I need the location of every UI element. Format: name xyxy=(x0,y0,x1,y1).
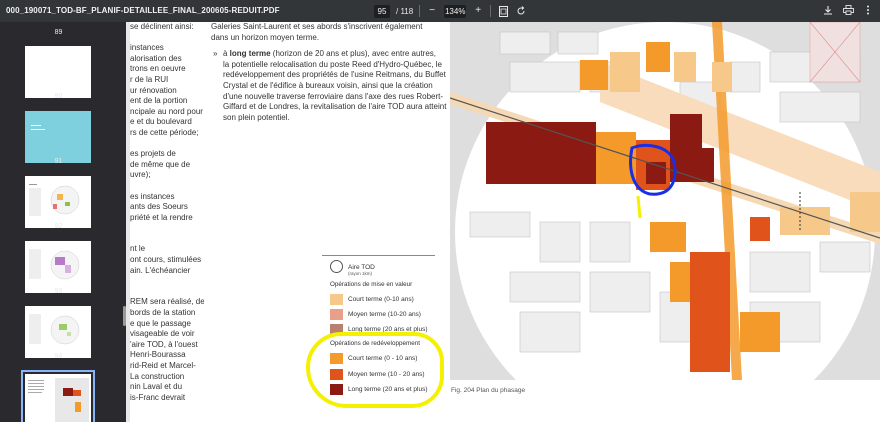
thumbnail-page-95-selected[interactable] xyxy=(21,370,95,422)
zoom-in-button[interactable]: + xyxy=(472,5,484,17)
left-column-line xyxy=(130,139,204,150)
left-column-line xyxy=(130,33,204,44)
intro-line: Galeries Saint-Laurent et ses abords s'i… xyxy=(211,22,423,31)
more-options-icon[interactable] xyxy=(862,4,874,16)
page-number-input[interactable]: 95 xyxy=(374,4,390,18)
page-navigation: 95 / 118 − 134% + xyxy=(374,3,527,19)
thumbnail-page-91[interactable] xyxy=(25,111,91,163)
pdf-page: se déclinent ainsi: instances alorisation … xyxy=(126,22,880,422)
left-column-line: r de la RUI xyxy=(130,74,169,84)
left-column-line xyxy=(130,223,204,234)
legend-aire-sublabel: (rayon 1km) xyxy=(348,271,373,276)
legend-swatch xyxy=(330,309,343,320)
left-column-line: nin Laval et du xyxy=(130,382,183,392)
left-column-line: bords de la station xyxy=(130,308,196,318)
thumbnail-page-93[interactable] xyxy=(25,241,91,293)
bullet-line: Crystal et de l'édifice à bureaux voisin… xyxy=(223,80,433,90)
thumbnail-page-90[interactable] xyxy=(25,46,91,98)
legend-aire-label: Aire TOD xyxy=(348,264,375,271)
legend-rule xyxy=(322,255,435,256)
left-column-line: alorisation des xyxy=(130,53,182,63)
download-icon[interactable] xyxy=(822,4,834,16)
left-column-line: es projets de xyxy=(130,149,176,159)
left-column-line: ent de la portion xyxy=(130,96,188,106)
rotate-icon[interactable] xyxy=(515,5,527,17)
thumbnail-page-number: 89 xyxy=(54,29,63,36)
legend-label: Court terme (0-10 ans) xyxy=(348,296,414,303)
page-total: / 118 xyxy=(396,6,414,16)
tod-area-symbol xyxy=(330,260,343,273)
left-column-line xyxy=(130,276,204,287)
left-column-line: 'aire TOD, à l'ouest xyxy=(130,339,198,349)
left-column-line: ont cours, stimulées xyxy=(130,255,202,265)
left-column-line xyxy=(130,287,204,298)
left-column-line: visageable de voir xyxy=(130,329,195,339)
column-edge xyxy=(126,22,130,422)
bullet-line: Giffard et de Londres, la revitalisation… xyxy=(223,102,447,112)
left-column-line: uvre); xyxy=(130,170,151,180)
bullet-paragraph: » à long terme (horizon de 20 ans et plu… xyxy=(211,49,447,123)
left-column-line: priété et la rendre xyxy=(130,212,193,222)
left-column-line: ur rénovation xyxy=(130,85,177,95)
toolbar-divider xyxy=(490,5,492,17)
bullet-line: son plein potentiel. xyxy=(223,112,290,122)
left-column-line: La construction xyxy=(130,371,185,381)
bullet-marker: » xyxy=(213,49,218,59)
left-column-line: is-Franc devrait xyxy=(130,392,186,402)
left-column-line: ain. L'échéancier xyxy=(130,265,191,275)
left-column-line: e et du boulevard xyxy=(130,117,192,127)
thumbnail-page-94[interactable] xyxy=(25,306,91,358)
legend-swatch xyxy=(330,294,343,305)
left-column-line: nt le xyxy=(130,244,146,254)
bullet-bold-term: long terme xyxy=(229,49,271,59)
left-column-line: ncipale au nord pour xyxy=(130,106,203,116)
document-title: 000_190071_TOD-BF_PLANIF-DETAILLEE_FINAL… xyxy=(6,6,280,15)
yellow-highlight-annotation xyxy=(306,332,444,408)
thumbnail-page-number: 94 xyxy=(54,353,63,360)
left-column-line: se déclinent ainsi: xyxy=(130,22,194,31)
thumbnail-page-number: 92 xyxy=(54,223,63,230)
figure-caption: Fig. 204 Plan du phasage xyxy=(451,387,526,394)
intro-line: dans un horizon moyen terme. xyxy=(211,32,320,42)
thumbnail-page-number: 93 xyxy=(54,288,63,295)
thumbnail-page-number: 90 xyxy=(54,93,63,100)
viewer-toolbar: 000_190071_TOD-BF_PLANIF-DETAILLEE_FINAL… xyxy=(0,0,880,22)
toolbar-actions xyxy=(822,4,874,16)
left-column-line: instances xyxy=(130,43,164,53)
thumbnail-page-92[interactable] xyxy=(25,176,91,228)
left-column-line: ants des Soeurs xyxy=(130,202,188,212)
left-column-line: e que le passage xyxy=(130,318,191,328)
toolbar-divider xyxy=(419,5,421,17)
thumbnail-page-number: 91 xyxy=(54,158,63,165)
bullet-line: redéveloppement des propriétés de l'usin… xyxy=(223,70,446,80)
main-text-column: Galeries Saint-Laurent et ses abords s'i… xyxy=(211,22,447,123)
left-column-line: rs de cette période; xyxy=(130,127,199,137)
phasing-map xyxy=(450,22,880,380)
bullet-line: d'une nouvelle traverse ferroviaire dans… xyxy=(223,91,444,101)
zoom-level-input[interactable]: 134% xyxy=(444,4,467,18)
legend-mise-en-valeur-title: Opérations de mise en valeur xyxy=(330,281,413,288)
left-column-line: rid-Reid et Marcel- xyxy=(130,361,196,370)
bullet-line: la potentielle relocalisation du poste R… xyxy=(223,59,442,69)
left-column-line: es instances xyxy=(130,191,175,201)
left-column-line: Henri-Bourassa xyxy=(130,350,186,360)
bullet-first-line: (horizon de 20 ans et plus), avec entre … xyxy=(270,49,437,59)
legend-label: Moyen terme (10-20 ans) xyxy=(348,311,421,318)
print-icon[interactable] xyxy=(842,4,854,16)
zoom-out-button[interactable]: − xyxy=(426,5,438,17)
left-column-line: trons en oeuvre xyxy=(130,64,186,74)
left-text-column: se déclinent ainsi: instances alorisation … xyxy=(130,22,204,422)
left-column-line xyxy=(130,181,204,192)
left-column-line: de même que de xyxy=(130,159,191,169)
fit-page-icon[interactable] xyxy=(497,5,509,17)
bullet-prefix: à xyxy=(223,49,230,59)
left-column-line xyxy=(130,234,204,245)
left-column-line: REM sera réalisé, de xyxy=(130,297,204,307)
thumbnail-sidebar: 89 90 91 92 93 94 xyxy=(0,22,126,422)
